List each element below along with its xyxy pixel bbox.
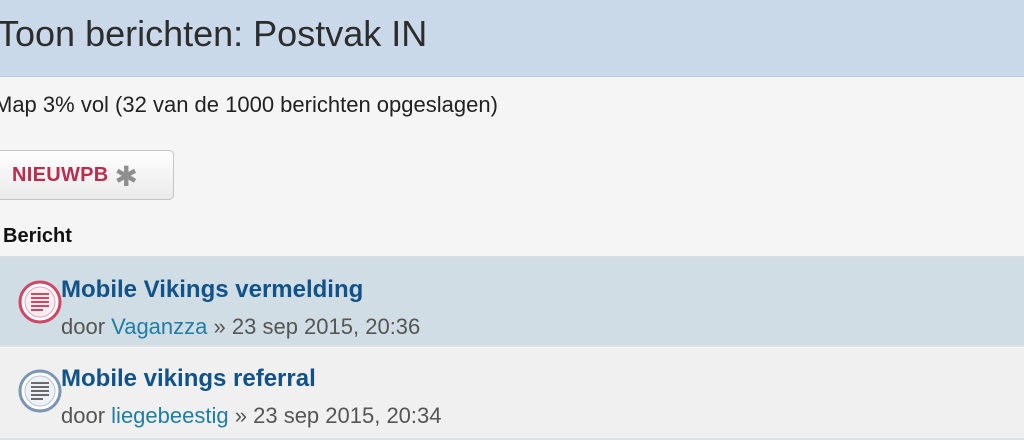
read-message-icon (18, 369, 62, 413)
author-link[interactable]: Vaganzza (111, 314, 207, 339)
author-link[interactable]: liegebeestig (111, 403, 228, 428)
message-row: Mobile vikings referral door liegebeesti… (0, 348, 1024, 440)
folder-status: Map 3% vol (32 van de 1000 berichten opg… (0, 92, 498, 117)
by-label: door (61, 314, 106, 339)
message-meta: door liegebeestig » 23 sep 2015, 20:34 (61, 403, 442, 429)
star-icon: ✱ (114, 160, 139, 192)
message-date: 23 sep 2015, 20:34 (253, 403, 442, 428)
message-row: Mobile Vikings vermelding door Vaganzza … (0, 259, 1024, 347)
message-title-link[interactable]: Mobile vikings referral (61, 365, 316, 393)
by-label: door (61, 403, 106, 428)
meta-separator: » (213, 314, 226, 339)
new-pm-label: NIEUWPB (12, 163, 109, 186)
meta-separator: » (234, 403, 247, 428)
page-title: Toon berichten: Postvak IN (0, 13, 428, 54)
new-pm-button[interactable]: NIEUWPB ✱ (0, 150, 174, 200)
message-title-link[interactable]: Mobile Vikings vermelding (61, 276, 363, 304)
unread-message-icon (18, 280, 62, 324)
message-date: 23 sep 2015, 20:36 (231, 314, 421, 339)
page-header: Toon berichten: Postvak IN (0, 0, 1024, 77)
message-meta: door Vaganzza » 23 sep 2015, 20:36 (61, 314, 420, 340)
column-header-message: Bericht (3, 225, 72, 247)
